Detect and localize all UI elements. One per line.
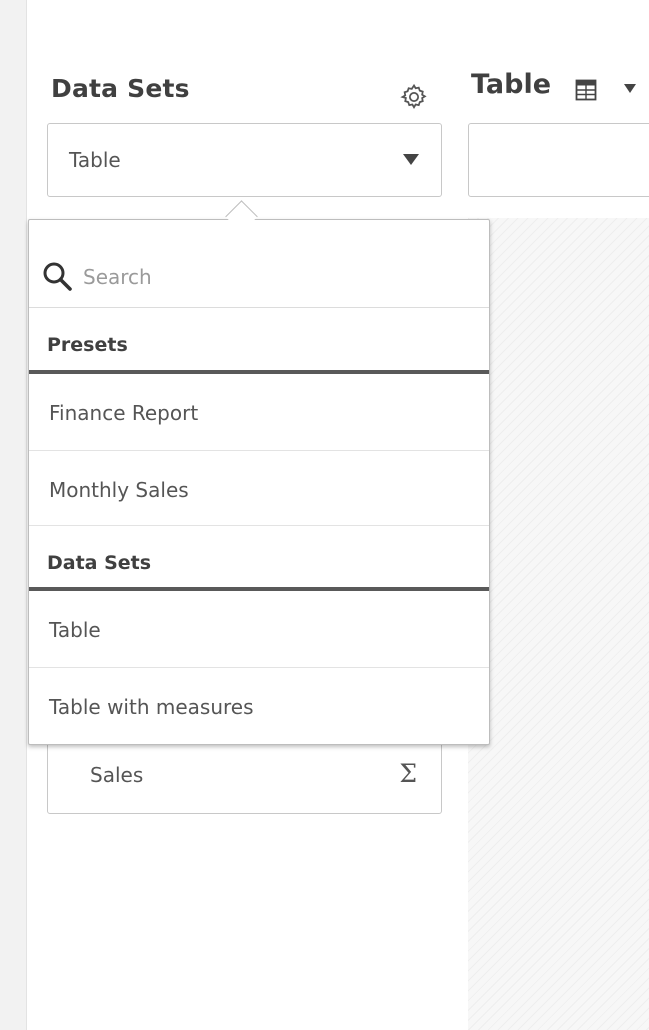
- section-header-presets: Presets: [29, 308, 489, 374]
- list-item-label: Monthly Sales: [49, 478, 189, 502]
- sales-label: Sales: [90, 763, 144, 787]
- list-item-table-with-measures[interactable]: Table with measures: [29, 668, 489, 745]
- section-header-data-sets: Data Sets: [29, 525, 489, 591]
- search-input[interactable]: [83, 262, 473, 292]
- caret-down-icon: [403, 154, 419, 165]
- gear-icon[interactable]: [399, 82, 429, 112]
- dataset-dropdown[interactable]: Table: [47, 123, 442, 197]
- section-header-label: Presets: [47, 334, 128, 356]
- table-canvas: [468, 218, 649, 1030]
- left-rail: [0, 0, 27, 1030]
- list-item-label: Table with measures: [49, 695, 254, 719]
- section-header-label: Data Sets: [47, 552, 152, 574]
- table-input[interactable]: [468, 123, 649, 197]
- search-icon: [43, 262, 72, 291]
- sales-field[interactable]: Sales Σ: [47, 738, 442, 814]
- list-item-label: Table: [49, 618, 101, 642]
- dropdown-value: Table: [69, 148, 121, 172]
- list-item-table[interactable]: Table: [29, 591, 489, 668]
- table-caret-down-icon[interactable]: [624, 84, 636, 93]
- search-row: [29, 220, 489, 308]
- sigma-icon: Σ: [399, 759, 417, 788]
- list-item-monthly-sales[interactable]: Monthly Sales: [29, 451, 489, 528]
- panel-title: Data Sets: [51, 74, 190, 103]
- list-item-label: Finance Report: [49, 401, 199, 425]
- list-item-finance-report[interactable]: Finance Report: [29, 374, 489, 451]
- table-grid-icon[interactable]: [575, 79, 597, 101]
- dataset-popover: Presets Finance Report Monthly Sales Dat…: [28, 219, 490, 745]
- table-title: Table: [471, 69, 552, 100]
